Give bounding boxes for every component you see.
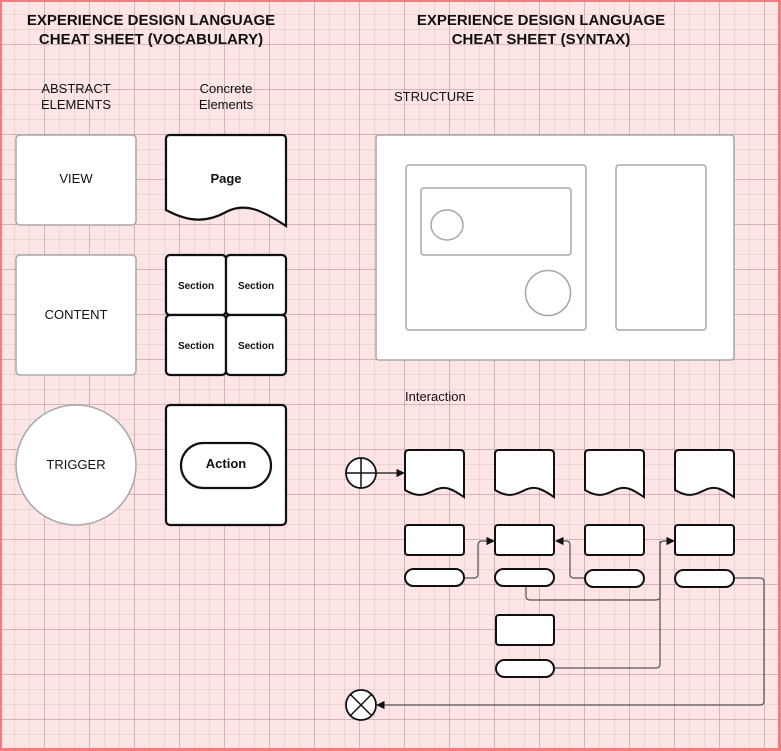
concrete-sections[interactable]: Section Section Section Section (164, 253, 288, 377)
abstract-view-label: VIEW (59, 171, 93, 186)
interaction-connectors (376, 468, 765, 710)
page-node[interactable] (494, 449, 555, 499)
concrete-page[interactable]: Page (164, 133, 288, 229)
connector (555, 536, 586, 579)
section-label: Section (238, 341, 274, 352)
page-node[interactable] (674, 449, 735, 499)
section-node[interactable] (584, 524, 645, 556)
page-node[interactable] (404, 449, 465, 499)
page-node[interactable] (584, 449, 645, 499)
concrete-action[interactable]: Action (164, 403, 288, 527)
structure-example (375, 134, 735, 361)
section-label: Section (178, 341, 214, 352)
section-node[interactable] (494, 524, 555, 556)
concrete-action-label: Action (206, 456, 247, 471)
section-label: Section (238, 281, 274, 292)
action-node[interactable] (404, 568, 465, 587)
abstract-trigger[interactable]: TRIGGER (15, 404, 137, 526)
end-icon[interactable] (345, 689, 377, 721)
abstract-trigger-label: TRIGGER (46, 457, 105, 472)
action-node[interactable] (674, 569, 735, 588)
structure-trigger-small[interactable] (430, 209, 464, 241)
structure-trigger-large[interactable] (524, 269, 572, 317)
abstract-view[interactable]: VIEW (15, 134, 137, 226)
concrete-page-label: Page (210, 171, 241, 186)
section-node[interactable] (495, 614, 555, 646)
start-icon[interactable] (345, 457, 377, 489)
section-node[interactable] (404, 524, 465, 556)
diagram-svg: VIEW CONTENT TRIGGER Page Section Sectio… (15, 133, 765, 721)
structure-content-right[interactable] (615, 164, 707, 331)
action-node[interactable] (495, 659, 555, 678)
interaction-pages (404, 449, 735, 499)
section-node[interactable] (674, 524, 735, 556)
action-node[interactable] (494, 568, 555, 587)
abstract-content[interactable]: CONTENT (15, 254, 137, 376)
connector (464, 536, 495, 579)
section-label: Section (178, 281, 214, 292)
diagram-canvas: EXPERIENCE DESIGN LANGUAGE CHEAT SHEET (… (0, 0, 781, 751)
abstract-content-label: CONTENT (45, 307, 108, 322)
action-node[interactable] (584, 569, 645, 588)
connector-end (376, 577, 765, 710)
